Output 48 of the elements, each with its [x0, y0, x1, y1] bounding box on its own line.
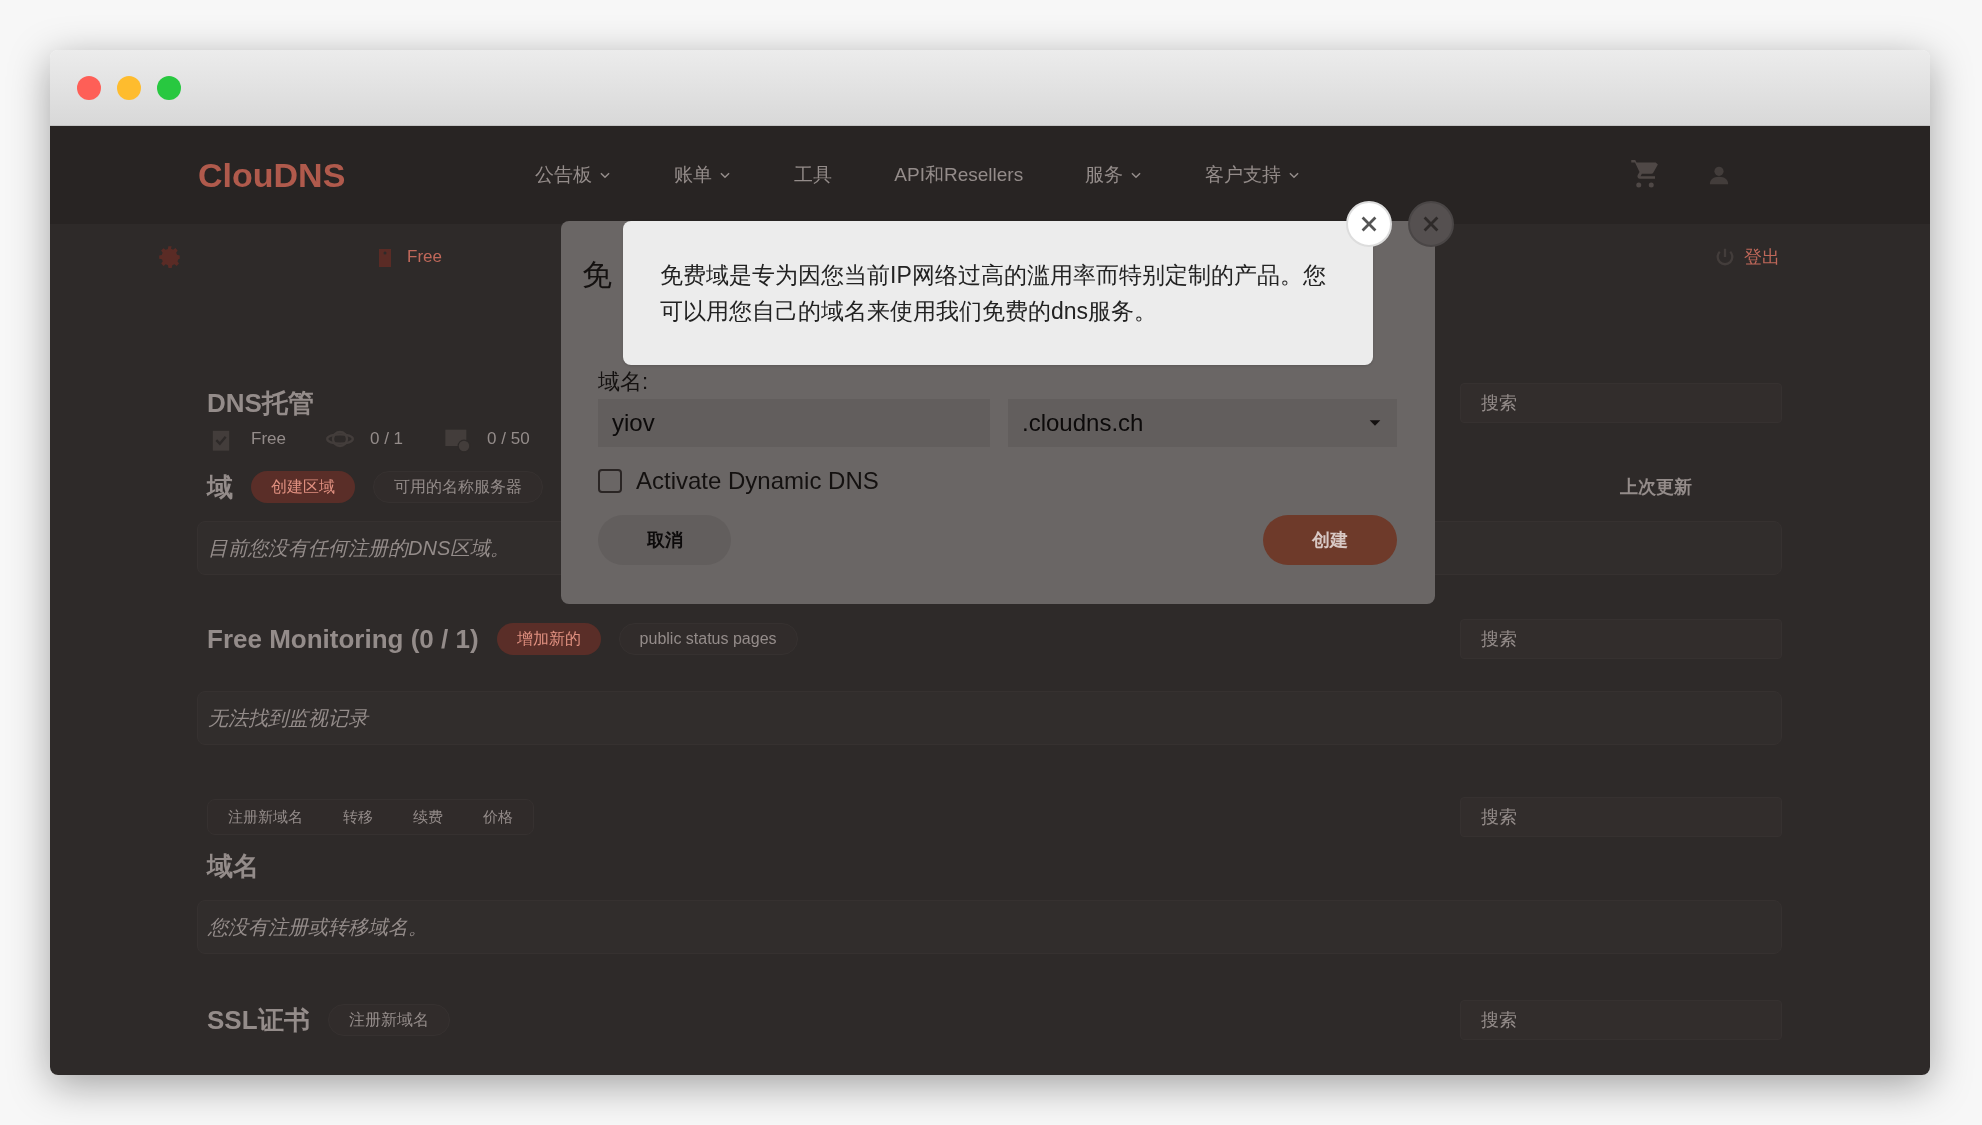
modal-title: 免 [582, 258, 612, 291]
section-title: SSL证书 [207, 1003, 310, 1037]
tab[interactable]: 价格 [463, 800, 533, 834]
stat-value: 0 / 1 [369, 428, 404, 451]
plan-label: Free [407, 246, 442, 269]
tab[interactable]: 转移 [323, 800, 393, 834]
empty-message: 目前您没有任何注册的DNS区域。 [208, 536, 511, 561]
search-field[interactable]: 搜索 [1460, 619, 1782, 659]
empty-message: 您没有注册或转移域名。 [208, 915, 428, 940]
tag-button[interactable]: 增加新的 [496, 623, 601, 655]
tag-button[interactable]: public status pages [618, 623, 798, 655]
stat-value: 0 / 50 [487, 428, 530, 451]
search-field[interactable]: 搜索 [1460, 383, 1782, 423]
stat-value: Free [251, 428, 286, 451]
section-label: 域 [207, 470, 233, 504]
tag-button[interactable]: 创建区域 [251, 471, 355, 503]
column-header: 上次更新 [1620, 475, 1692, 499]
nav-menu-item[interactable]: 公告板 [535, 160, 613, 190]
nav-menu-item[interactable]: 客户支持 [1205, 160, 1302, 190]
gear-icon [157, 244, 183, 270]
section-title: DNS托管 [206, 386, 314, 420]
field-label: 域名: [598, 369, 649, 395]
section-title: 域名 [205, 850, 260, 883]
zone-dropdown[interactable]: .cloudns.ch [1008, 399, 1397, 447]
nav-menu-item[interactable]: API和Resellers [894, 160, 1024, 190]
nav-menu-item[interactable]: 服务 [1085, 160, 1144, 190]
tag-button[interactable]: 注册新域名 [327, 1004, 450, 1036]
tag-button[interactable]: 可用的名称服务器 [373, 471, 543, 503]
nav-menu-item[interactable]: 账单 [674, 160, 733, 190]
nav-menu-item[interactable]: 工具 [794, 160, 833, 190]
window-button[interactable] [157, 75, 181, 100]
search-field[interactable]: 搜索 [1460, 797, 1782, 837]
empty-message: 无法找到监视记录 [208, 706, 368, 731]
user-icon [1708, 164, 1730, 186]
checkbox[interactable] [598, 469, 622, 493]
checkbox-label: Activate Dynamic DNS [636, 466, 879, 496]
create-button[interactable]: 创建 [1263, 515, 1397, 565]
section-title: Free Monitoring (0 / 1) [207, 622, 479, 656]
cart-icon [1630, 160, 1660, 190]
domain-name-field[interactable]: yiov [598, 399, 990, 447]
tab[interactable]: 续费 [393, 800, 463, 834]
cancel-button[interactable]: 取消 [598, 515, 731, 565]
window-button[interactable] [77, 75, 101, 100]
info-text: 免费域是专为因您当前IP网络过高的滥用率而特别定制的产品。您可以用您自己的域名来使用我们免费的dns服务。 [660, 261, 1327, 326]
logout-link[interactable]: 登出 [1744, 243, 1780, 271]
tab[interactable]: 注册新域名 [208, 800, 323, 834]
search-field[interactable]: 搜索 [1460, 1000, 1782, 1040]
logo[interactable]: ClouDNS [198, 155, 346, 195]
